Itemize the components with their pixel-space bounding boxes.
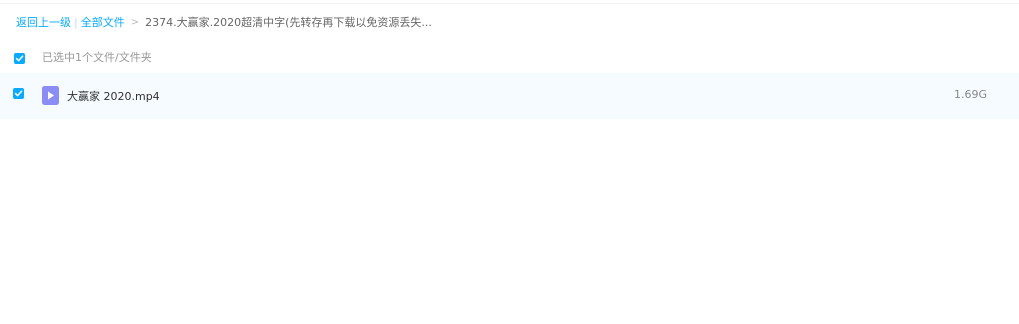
check-icon <box>14 90 23 97</box>
breadcrumb-arrow-icon: > <box>130 16 140 28</box>
file-name[interactable]: 大赢家 2020.mp4 <box>67 88 160 104</box>
file-checkbox[interactable] <box>13 88 24 99</box>
file-row[interactable]: 大赢家 2020.mp4 1.69G <box>0 73 1019 119</box>
selection-summary: 已选中1个文件/文件夹 <box>42 51 152 64</box>
selection-bar: 已选中1个文件/文件夹 <box>0 46 1019 70</box>
video-file-icon <box>42 86 59 105</box>
all-files-link[interactable]: 全部文件 <box>81 14 125 30</box>
file-size: 1.69G <box>953 88 987 101</box>
current-folder-name: 2374.大赢家.2020超清中字(先转存再下载以免资源丢失... <box>145 16 432 29</box>
breadcrumb: 返回上一级 | 全部文件 > 2374.大赢家.2020超清中字(先转存再下载以… <box>16 14 432 30</box>
breadcrumb-separator: | <box>74 15 78 29</box>
check-icon <box>15 55 24 62</box>
select-all-checkbox[interactable] <box>14 53 25 64</box>
back-link[interactable]: 返回上一级 <box>16 14 71 30</box>
top-divider <box>0 3 1019 4</box>
